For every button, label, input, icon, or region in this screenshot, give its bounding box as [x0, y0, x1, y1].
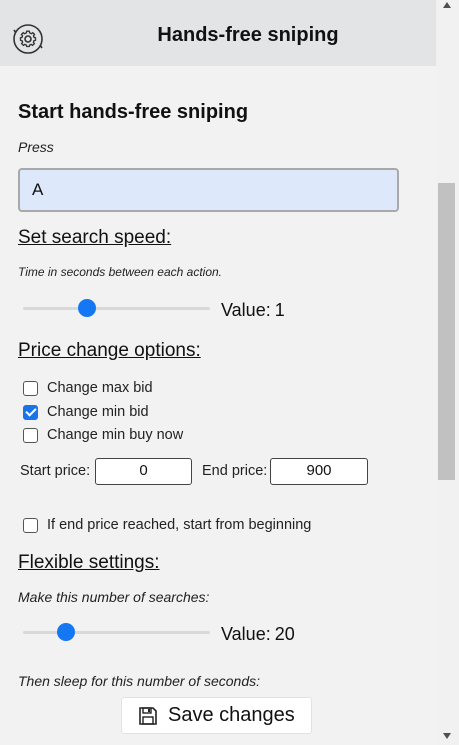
scroll-up-arrow-icon[interactable] — [443, 2, 451, 8]
restart-label: If end price reached, start from beginni… — [47, 517, 312, 533]
slider-track — [23, 631, 210, 634]
floppy-disk-icon — [139, 706, 157, 725]
press-label: Press — [18, 139, 54, 155]
section-heading-start: Start hands-free sniping — [18, 101, 249, 123]
slider-track — [23, 307, 210, 310]
restart-checkbox[interactable] — [23, 517, 38, 533]
slider-thumb[interactable] — [57, 623, 75, 641]
value-prefix: Value: — [221, 300, 271, 320]
change-max-bid-label: Change max bid — [47, 380, 153, 396]
settings-panel: Start hands-free sniping Press A Set sea… — [18, 66, 433, 691]
start-price-input[interactable]: 0 — [95, 458, 192, 485]
gear-refresh-icon[interactable] — [11, 22, 45, 56]
search-speed-hint: Time in seconds between each action. — [18, 265, 223, 279]
value-prefix: Value: — [221, 624, 271, 644]
value-number: 1 — [274, 300, 285, 320]
end-price-label: End price: — [202, 463, 268, 479]
end-price-input[interactable]: 900 — [270, 458, 368, 485]
change-max-bid-option[interactable]: Change max bid — [23, 379, 153, 397]
flexible-settings-heading: Flexible settings: — [18, 552, 160, 573]
change-min-buy-now-option[interactable]: Change min buy now — [23, 426, 183, 444]
change-max-bid-checkbox[interactable] — [23, 380, 38, 396]
value-number: 20 — [274, 624, 295, 644]
vertical-scrollbar[interactable] — [436, 0, 459, 745]
price-change-heading: Price change options: — [18, 340, 201, 361]
searches-slider[interactable] — [23, 623, 210, 641]
change-min-bid-option[interactable]: Change min bid — [23, 403, 149, 421]
searches-label: Make this number of searches: — [18, 589, 210, 605]
scrollbar-thumb[interactable] — [438, 183, 455, 480]
searches-value: Value: 20 — [221, 624, 295, 645]
page-title: Hands-free sniping — [157, 24, 339, 46]
change-min-bid-label: Change min bid — [47, 404, 149, 420]
change-min-buy-now-label: Change min buy now — [47, 427, 184, 443]
slider-thumb[interactable] — [77, 299, 96, 317]
scroll-down-arrow-icon[interactable] — [443, 733, 451, 739]
search-speed-slider[interactable] — [23, 299, 210, 317]
sleep-label: Then sleep for this number of seconds: — [18, 673, 261, 689]
save-button-label: Save changes — [168, 704, 295, 726]
change-min-buy-now-checkbox[interactable] — [23, 427, 38, 443]
search-speed-heading: Set search speed: — [18, 227, 172, 248]
hotkey-input[interactable]: A — [18, 168, 399, 212]
search-speed-value: Value: 1 — [221, 300, 285, 321]
save-changes-button[interactable]: Save changes — [121, 697, 312, 734]
header-bar: Hands-free sniping — [0, 0, 436, 66]
restart-option[interactable]: If end price reached, start from beginni… — [23, 516, 311, 534]
start-price-label: Start price: — [20, 463, 91, 479]
change-min-bid-checkbox[interactable] — [23, 404, 38, 420]
